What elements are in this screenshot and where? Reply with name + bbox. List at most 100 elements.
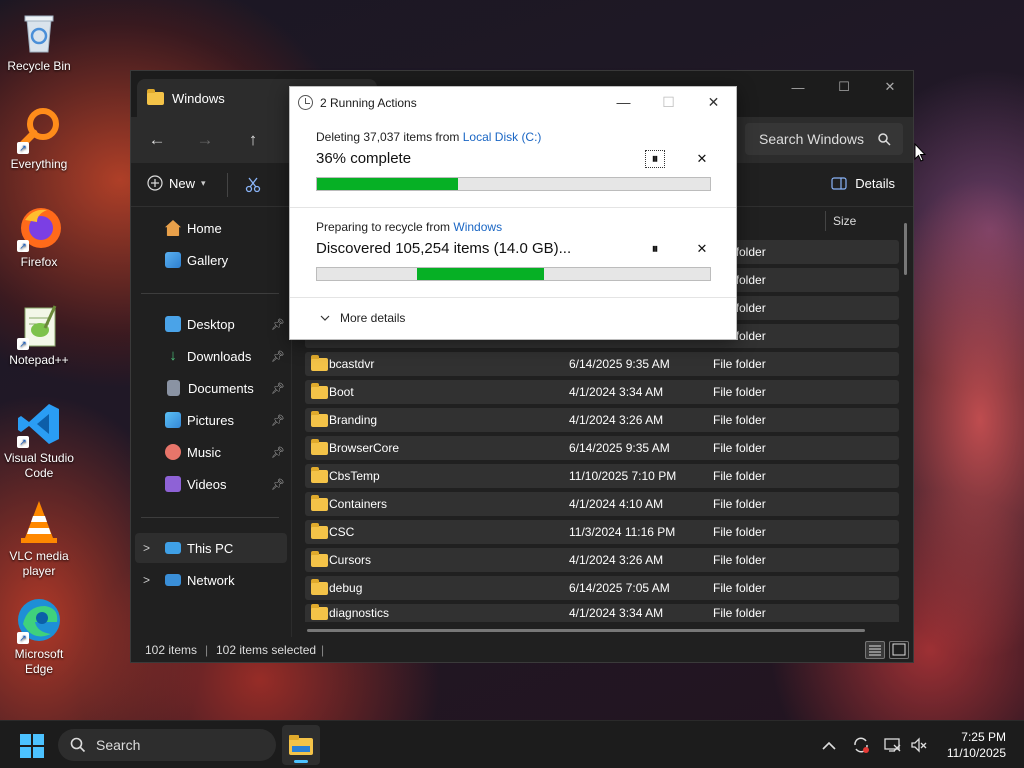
sidebar-item-music[interactable]: Music 📌︎ — [135, 437, 287, 467]
details-pane-button[interactable]: Details — [831, 176, 895, 191]
table-row[interactable]: debug 6/14/2025 7:05 AM File folder — [305, 576, 899, 600]
table-row[interactable]: CbsTemp 11/10/2025 7:10 PM File folder — [305, 464, 899, 488]
folder-icon — [311, 466, 328, 483]
cut-icon[interactable] — [245, 177, 261, 193]
table-row[interactable]: CSC 11/3/2024 11:16 PM File folder — [305, 520, 899, 544]
row-date: 4/1/2024 3:34 AM — [569, 385, 664, 399]
sidebar-item-pictures[interactable]: Pictures 📌︎ — [135, 405, 287, 435]
volume-muted-icon — [911, 737, 927, 753]
tray-network-icon[interactable] — [884, 721, 902, 768]
horizontal-scrollbar[interactable] — [307, 629, 865, 632]
desktop-folder-icon — [165, 316, 181, 332]
windows-logo-icon — [20, 747, 31, 758]
table-row[interactable]: Cursors 4/1/2024 3:26 AM File folder — [305, 548, 899, 572]
row-type: File folder — [713, 385, 766, 399]
sidebar-item-downloads[interactable]: ↓ Downloads 📌︎ — [135, 341, 287, 371]
tray-update-icon[interactable] — [852, 721, 870, 768]
status-divider: | — [321, 643, 325, 657]
search-icon — [878, 132, 891, 146]
edge-icon: ↗ — [15, 596, 63, 644]
source-link-local-disk[interactable]: Local Disk (C:) — [463, 130, 542, 144]
operation-1-description: Deleting 37,037 items from Local Disk (C… — [316, 130, 541, 144]
dialog-minimize-button[interactable]: — — [601, 87, 646, 117]
start-button[interactable] — [20, 734, 44, 758]
sidebar-item-desktop[interactable]: Desktop 📌︎ — [135, 309, 287, 339]
sidebar-item-gallery[interactable]: Gallery — [135, 245, 287, 275]
desktop-icon-everything[interactable]: ↗ Everything — [2, 106, 76, 172]
more-details-toggle[interactable]: More details — [320, 311, 405, 325]
row-name: bcastdvr — [329, 357, 375, 371]
row-name: CSC — [329, 525, 355, 539]
details-view-button[interactable] — [865, 641, 885, 659]
this-pc-icon — [165, 542, 181, 554]
tray-volume-icon[interactable] — [910, 721, 928, 768]
row-date: 4/1/2024 3:26 AM — [569, 553, 664, 567]
table-row[interactable]: BrowserCore 6/14/2025 9:35 AM File folde… — [305, 436, 899, 460]
desktop-icon-vscode[interactable]: ↗ Visual Studio Code — [2, 400, 76, 481]
sidebar-item-videos[interactable]: Videos 📌︎ — [135, 469, 287, 499]
desktop-icon-recycle-bin[interactable]: Recycle Bin — [2, 8, 76, 74]
row-date: 4/1/2024 3:26 AM — [569, 413, 664, 427]
show-hidden-icons-button[interactable] — [822, 721, 836, 768]
operation-1-prefix: Deleting 37,037 items from — [316, 130, 463, 144]
sidebar-item-home[interactable]: Home — [135, 213, 287, 243]
pause-button[interactable]: ⏸︎ — [645, 240, 665, 258]
row-name: Cursors — [329, 553, 372, 567]
notepad-plus-plus-icon: ↗ — [15, 302, 63, 350]
desktop-icon-vlc[interactable]: VLC media player — [2, 498, 76, 579]
search-input[interactable]: Search Windows — [745, 123, 903, 155]
desktop-icon-edge[interactable]: ↗ Microsoft Edge — [2, 596, 76, 677]
desktop-icon-firefox[interactable]: ↗ Firefox — [2, 204, 76, 270]
row-date: 6/14/2025 7:05 AM — [569, 581, 670, 595]
table-row[interactable]: bcastdvr 6/14/2025 9:35 AM File folder — [305, 352, 899, 376]
dialog-divider — [290, 207, 736, 208]
documents-icon — [167, 380, 180, 396]
pin-icon: 📌︎ — [271, 414, 285, 427]
desktop-icon-label: Notepad++ — [9, 353, 69, 367]
chevron-right-icon[interactable]: > — [143, 573, 150, 587]
row-date: 6/14/2025 9:35 AM — [569, 441, 670, 455]
up-button[interactable]: ↑ — [237, 125, 269, 155]
table-row[interactable]: Boot 4/1/2024 3:34 AM File folder — [305, 380, 899, 404]
close-button[interactable]: ✕ — [867, 71, 913, 103]
pause-button[interactable]: ⏸︎ — [645, 150, 665, 168]
vertical-scrollbar[interactable] — [904, 223, 907, 275]
operation-1-status: 36% complete — [316, 150, 412, 167]
chevron-right-icon[interactable]: > — [143, 541, 150, 555]
row-type: File folder — [713, 469, 766, 483]
dialog-maximize-button[interactable]: ☐ — [646, 87, 691, 117]
table-row[interactable]: diagnostics 4/1/2024 3:34 AM File folder — [305, 604, 899, 622]
cancel-operation-button[interactable]: ✕ — [692, 240, 712, 258]
dialog-close-button[interactable]: ✕ — [691, 87, 736, 117]
status-bar: 102 items | 102 items selected | — [131, 637, 913, 663]
sidebar-item-label: Pictures — [187, 412, 234, 428]
more-details-label: More details — [340, 311, 406, 325]
back-button[interactable]: ← — [141, 125, 173, 155]
desktop-icon-label: Everything — [10, 157, 68, 171]
column-header-size[interactable]: Size — [833, 214, 856, 228]
sidebar-item-this-pc[interactable]: > This PC — [135, 533, 287, 563]
row-date: 4/1/2024 4:10 AM — [569, 497, 664, 511]
sidebar-item-documents[interactable]: Documents 📌︎ — [135, 373, 287, 403]
sidebar-item-network[interactable]: > Network — [135, 565, 287, 595]
source-link-windows[interactable]: Windows — [453, 220, 502, 234]
row-type: File folder — [713, 413, 766, 427]
folder-icon — [311, 410, 328, 427]
large-icons-view-button[interactable] — [889, 641, 909, 659]
desktop-icon-notepad-plus-plus[interactable]: ↗ Notepad++ — [2, 302, 76, 368]
forward-button[interactable]: → — [189, 125, 221, 155]
maximize-button[interactable]: ☐ — [821, 71, 867, 103]
sidebar-divider — [141, 517, 279, 518]
windows-logo-icon — [33, 734, 44, 745]
minimize-button[interactable]: — — [775, 71, 821, 103]
row-name: Branding — [329, 413, 378, 427]
taskbar-file-explorer-button[interactable] — [282, 725, 320, 765]
new-button[interactable]: New ▾ — [147, 175, 206, 191]
system-clock[interactable]: 7:25 PM 11/10/2025 — [947, 729, 1006, 761]
table-row[interactable]: Containers 4/1/2024 4:10 AM File folder — [305, 492, 899, 516]
cancel-operation-button[interactable]: ✕ — [692, 150, 712, 168]
clock-icon — [298, 95, 313, 110]
taskbar-search-box[interactable]: Search — [58, 729, 276, 761]
dialog-titlebar: 2 Running Actions — ☐ ✕ — [290, 87, 736, 119]
table-row[interactable]: Branding 4/1/2024 3:26 AM File folder — [305, 408, 899, 432]
